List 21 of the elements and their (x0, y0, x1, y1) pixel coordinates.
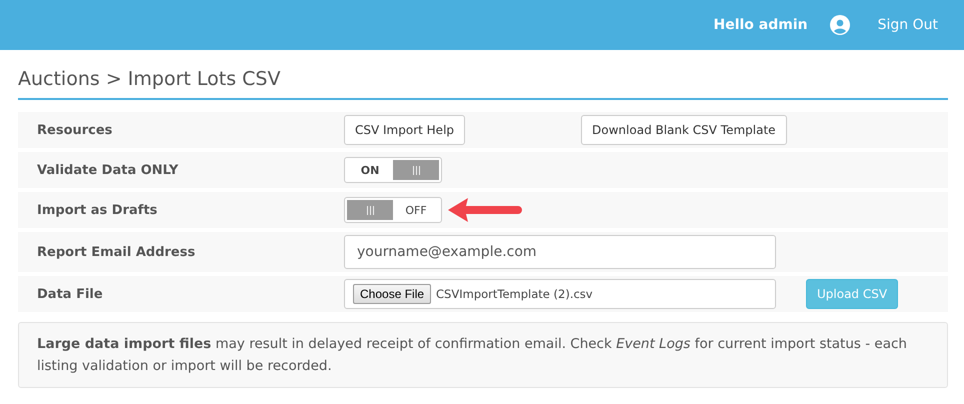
notice-text: Large data import files may result in delayed receipt of confirmation email. Check Event Logs for current import status - each listing validation or import will be recorded. (37, 335, 908, 376)
resource-button[interactable]: CSV Import Help (344, 115, 466, 145)
toggle-switch[interactable]: OFF (344, 197, 442, 223)
file-input[interactable]: Choose File CSVImportTemplate (2).csv (344, 279, 776, 309)
resource-button[interactable]: Download Blank CSV Template (581, 115, 787, 145)
toggle-text: ON (360, 164, 380, 176)
field-label: Import as Drafts (37, 202, 158, 218)
user-icon[interactable] (830, 15, 850, 35)
field-label: Data File (37, 286, 104, 302)
choose-file-button[interactable]: Choose File (353, 284, 432, 304)
toggle-handle (347, 200, 393, 220)
greeting-text: Hello admin (714, 17, 808, 33)
email-field[interactable]: yourname@example.com (344, 235, 776, 269)
field-label: Validate Data ONLY (37, 162, 180, 178)
toggle-switch[interactable]: ON (344, 157, 442, 183)
field-label: Resources (37, 122, 114, 138)
toggle-handle (393, 160, 439, 180)
field-label: Report Email Address (37, 244, 196, 260)
page-title: Auctions > Import Lots CSV (18, 68, 282, 90)
toggle-text: OFF (404, 204, 428, 216)
file-name: CSVImportTemplate (2).csv (436, 287, 593, 301)
